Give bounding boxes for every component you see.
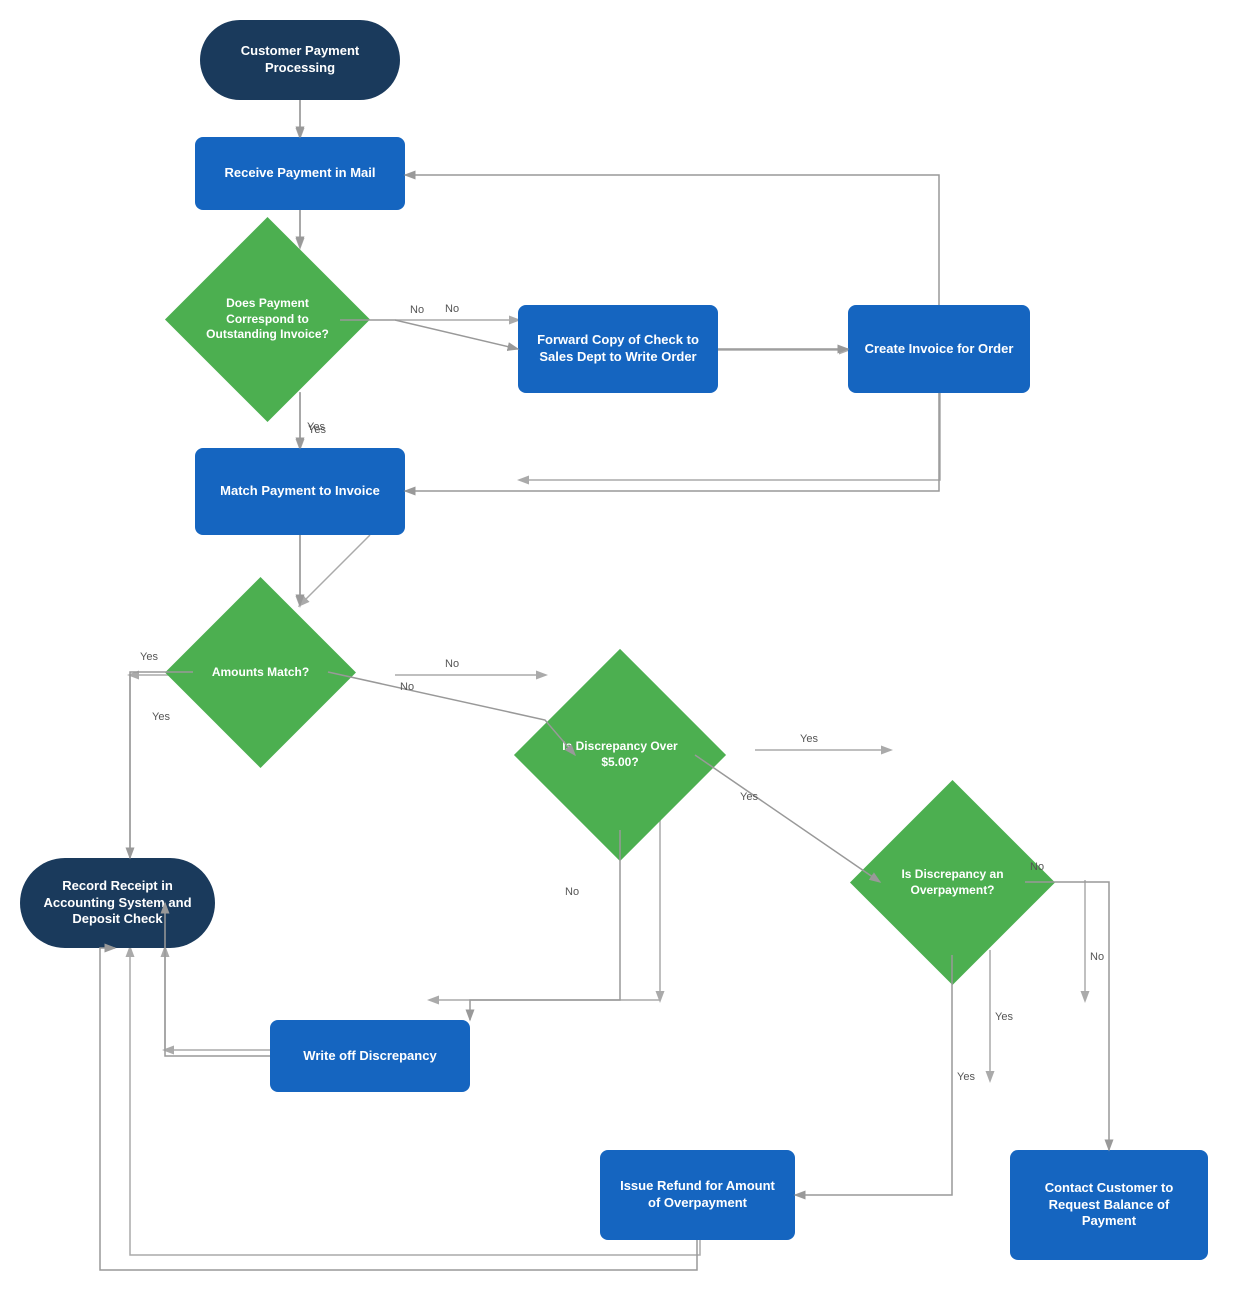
- svg-text:No: No: [400, 681, 414, 693]
- write-off-label: Write off Discrepancy: [303, 1048, 436, 1065]
- amounts-match-label: Amounts Match?: [193, 605, 328, 740]
- does-payment-correspond-node: Does Payment Correspond to Outstanding I…: [165, 217, 370, 422]
- svg-text:Yes: Yes: [307, 421, 325, 433]
- receive-payment-label: Receive Payment in Mail: [224, 165, 375, 182]
- svg-text:Yes: Yes: [800, 733, 818, 745]
- svg-text:Yes: Yes: [152, 711, 170, 723]
- match-payment-label: Match Payment to Invoice: [220, 483, 380, 500]
- amounts-match-node: Amounts Match?: [165, 577, 356, 768]
- is-overpayment-label: Is Discrepancy an Overpayment?: [880, 810, 1025, 955]
- contact-customer-label: Contact Customer to Request Balance of P…: [1025, 1180, 1193, 1231]
- svg-text:Yes: Yes: [140, 651, 158, 663]
- svg-text:No: No: [445, 303, 459, 315]
- discrepancy-over-label: Is Discrepancy Over $5.00?: [545, 680, 695, 830]
- start-node: Customer Payment Processing: [200, 20, 400, 100]
- create-invoice-node: Create Invoice for Order: [848, 305, 1030, 393]
- svg-text:No: No: [445, 658, 459, 670]
- receive-payment-node: Receive Payment in Mail: [195, 137, 405, 210]
- svg-text:No: No: [410, 304, 424, 316]
- create-invoice-label: Create Invoice for Order: [865, 341, 1014, 358]
- forward-check-node: Forward Copy of Check to Sales Dept to W…: [518, 305, 718, 393]
- svg-text:Yes: Yes: [740, 791, 758, 803]
- svg-text:Yes: Yes: [308, 424, 326, 436]
- forward-check-label: Forward Copy of Check to Sales Dept to W…: [533, 332, 703, 366]
- contact-customer-node: Contact Customer to Request Balance of P…: [1010, 1150, 1208, 1260]
- is-overpayment-node: Is Discrepancy an Overpayment?: [850, 780, 1055, 985]
- svg-text:No: No: [565, 886, 579, 898]
- write-off-node: Write off Discrepancy: [270, 1020, 470, 1092]
- discrepancy-over-node: Is Discrepancy Over $5.00?: [514, 649, 726, 861]
- svg-text:Yes: Yes: [957, 1071, 975, 1083]
- svg-text:Yes: Yes: [995, 1011, 1013, 1023]
- record-receipt-node: Record Receipt in Accounting System and …: [20, 858, 215, 948]
- issue-refund-label: Issue Refund for Amount of Overpayment: [615, 1178, 780, 1212]
- record-receipt-label: Record Receipt in Accounting System and …: [40, 878, 195, 929]
- issue-refund-node: Issue Refund for Amount of Overpayment: [600, 1150, 795, 1240]
- svg-text:No: No: [1090, 951, 1104, 963]
- does-payment-correspond-label: Does Payment Correspond to Outstanding I…: [195, 247, 340, 392]
- flowchart: No Yes No Yes Yes: [0, 0, 1259, 1302]
- match-payment-node: Match Payment to Invoice: [195, 448, 405, 535]
- start-label: Customer Payment Processing: [220, 43, 380, 77]
